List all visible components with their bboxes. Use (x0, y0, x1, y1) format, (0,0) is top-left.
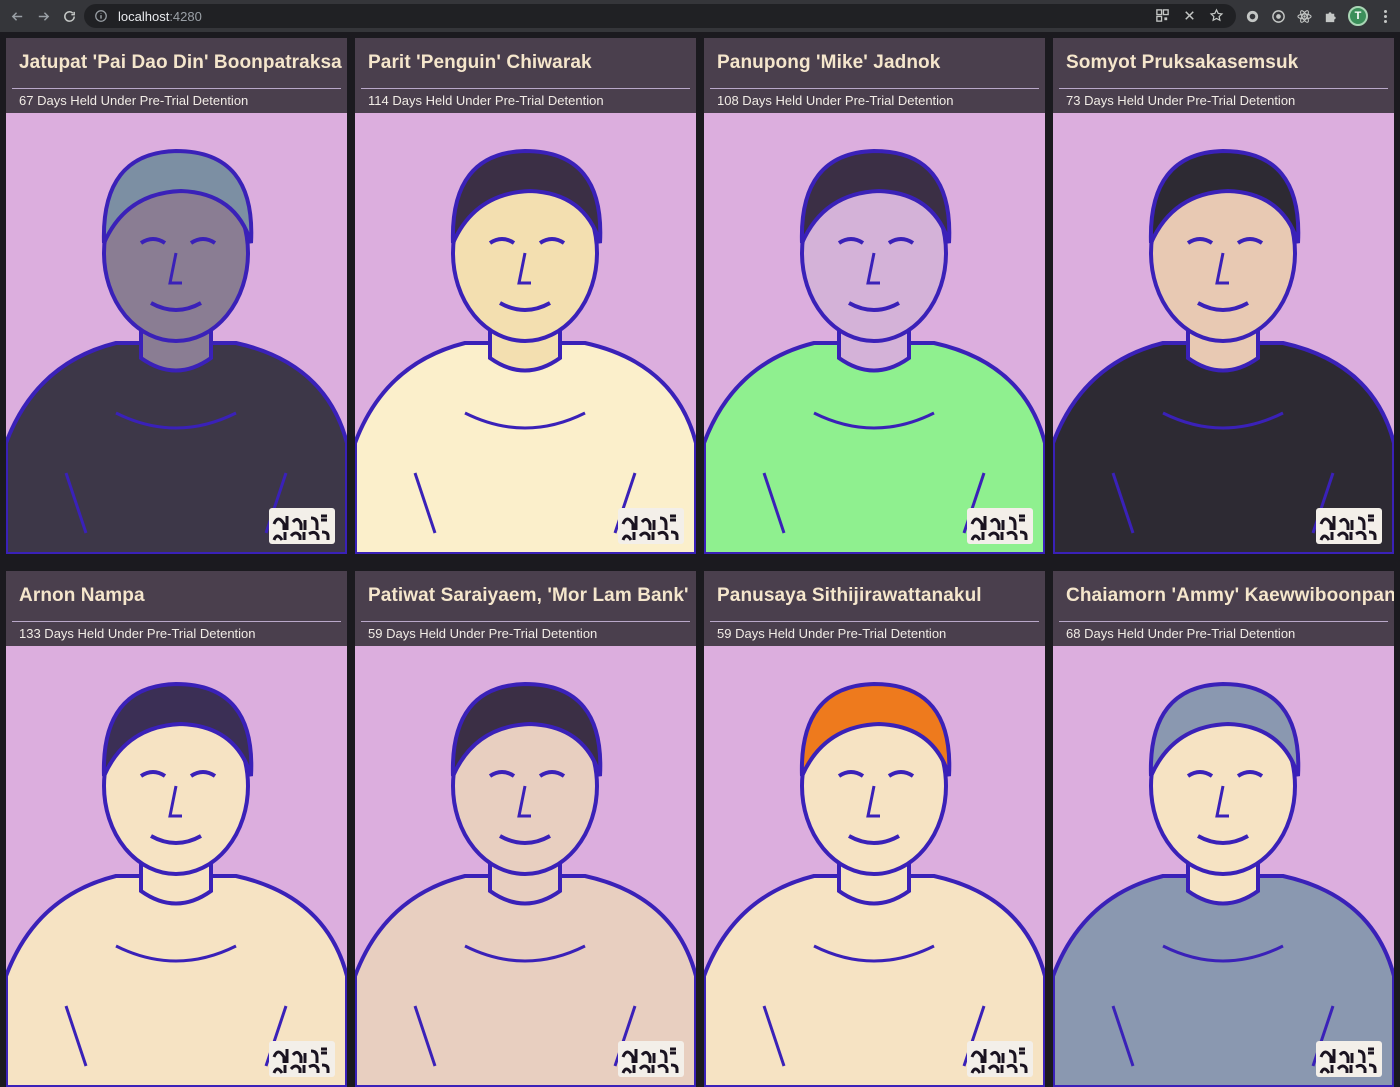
free-arts-logo (618, 508, 684, 544)
extension-icon[interactable] (1244, 8, 1260, 24)
portrait-art (355, 681, 696, 1087)
url-text: localhost:4280 (118, 8, 202, 24)
extension-target-icon[interactable] (1270, 8, 1286, 24)
detainee-name: Panusaya Sithijirawattanakul (717, 585, 982, 606)
free-arts-logo (618, 1041, 684, 1077)
detainee-grid: Jatupat 'Pai Dao Din' Boonpatraksa 67 Da… (6, 38, 1394, 1087)
detainee-card-5[interactable]: Arnon Nampa 133 Days Held Under Pre-Tria… (6, 571, 347, 1087)
detainee-card-6[interactable]: Patiwat Saraiyaem, 'Mor Lam Bank' 59 Day… (355, 571, 696, 1087)
close-icon[interactable] (1182, 8, 1197, 23)
react-devtools-icon[interactable] (1296, 8, 1312, 24)
detainee-card-2[interactable]: Parit 'Penguin' Chiwarak 114 Days Held U… (355, 38, 696, 554)
detainee-name: Parit 'Penguin' Chiwarak (368, 52, 592, 73)
detention-days: 108 Days Held Under Pre-Trial Detention (717, 93, 954, 108)
detention-days: 114 Days Held Under Pre-Trial Detention (368, 93, 604, 108)
card-header: Arnon Nampa (6, 571, 347, 621)
card-header: Parit 'Penguin' Chiwarak (355, 38, 696, 88)
detainee-card-7[interactable]: Panusaya Sithijirawattanakul 59 Days Hel… (704, 571, 1045, 1087)
detention-days: 59 Days Held Under Pre-Trial Detention (368, 626, 598, 641)
detainee-name: Somyot Pruksakasemsuk (1066, 52, 1299, 73)
portrait-illustration (6, 646, 347, 1087)
portrait-illustration (1053, 113, 1394, 554)
detention-days: 68 Days Held Under Pre-Trial Detention (1066, 626, 1296, 641)
site-info-icon[interactable] (94, 9, 108, 23)
portrait-illustration (6, 113, 347, 554)
card-header: Panupong 'Mike' Jadnok (704, 38, 1045, 88)
card-header: Chaiamorn 'Ammy' Kaewwiboonpan (1053, 571, 1394, 621)
card-header: Panusaya Sithijirawattanakul (704, 571, 1045, 621)
card-header: Jatupat 'Pai Dao Din' Boonpatraksa (6, 38, 347, 88)
free-arts-logo (269, 1041, 335, 1077)
detainee-card-3[interactable]: Panupong 'Mike' Jadnok 108 Days Held Und… (704, 38, 1045, 554)
card-header: Patiwat Saraiyaem, 'Mor Lam Bank' (355, 571, 696, 621)
free-arts-logo (967, 508, 1033, 544)
detainee-card-4[interactable]: Somyot Pruksakasemsuk 73 Days Held Under… (1053, 38, 1394, 554)
detention-days: 73 Days Held Under Pre-Trial Detention (1066, 93, 1296, 108)
detainee-name: Jatupat 'Pai Dao Din' Boonpatraksa (19, 52, 342, 73)
bookmark-star-icon[interactable] (1209, 8, 1224, 23)
portrait-art (355, 148, 696, 554)
portrait-illustration (704, 113, 1045, 554)
detainee-name: Patiwat Saraiyaem, 'Mor Lam Bank' (368, 585, 689, 606)
portrait-art (1053, 148, 1394, 554)
portrait-art (1053, 681, 1394, 1087)
free-arts-logo (1316, 508, 1382, 544)
free-arts-logo (269, 508, 335, 544)
detention-days: 133 Days Held Under Pre-Trial Detention (19, 626, 256, 641)
qr-code-icon[interactable] (1155, 8, 1170, 23)
free-arts-logo (1316, 1041, 1382, 1077)
portrait-art (704, 148, 1045, 554)
card-header: Somyot Pruksakasemsuk (1053, 38, 1394, 88)
detainee-card-1[interactable]: Jatupat 'Pai Dao Din' Boonpatraksa 67 Da… (6, 38, 347, 554)
detention-days: 59 Days Held Under Pre-Trial Detention (717, 626, 947, 641)
forward-arrow-icon[interactable] (30, 3, 56, 29)
browser-toolbar: localhost:4280 T (0, 0, 1400, 32)
profile-avatar[interactable]: T (1348, 6, 1368, 26)
detainee-name: Panupong 'Mike' Jadnok (717, 52, 941, 73)
portrait-art (6, 681, 347, 1087)
menu-kebab-icon[interactable] (1384, 9, 1388, 23)
detention-days: 67 Days Held Under Pre-Trial Detention (19, 93, 249, 108)
address-bar[interactable]: localhost:4280 (84, 4, 1236, 28)
detainee-card-8[interactable]: Chaiamorn 'Ammy' Kaewwiboonpan 68 Days H… (1053, 571, 1394, 1087)
portrait-art (6, 148, 347, 554)
back-arrow-icon[interactable] (4, 3, 30, 29)
puzzle-extensions-icon[interactable] (1322, 8, 1338, 24)
portrait-illustration (1053, 646, 1394, 1087)
portrait-illustration (704, 646, 1045, 1087)
reload-icon[interactable] (56, 3, 82, 29)
portrait-illustration (355, 113, 696, 554)
detainee-name: Arnon Nampa (19, 585, 145, 606)
portrait-illustration (355, 646, 696, 1087)
free-arts-logo (967, 1041, 1033, 1077)
detainee-name: Chaiamorn 'Ammy' Kaewwiboonpan (1066, 585, 1394, 606)
portrait-art (704, 681, 1045, 1087)
